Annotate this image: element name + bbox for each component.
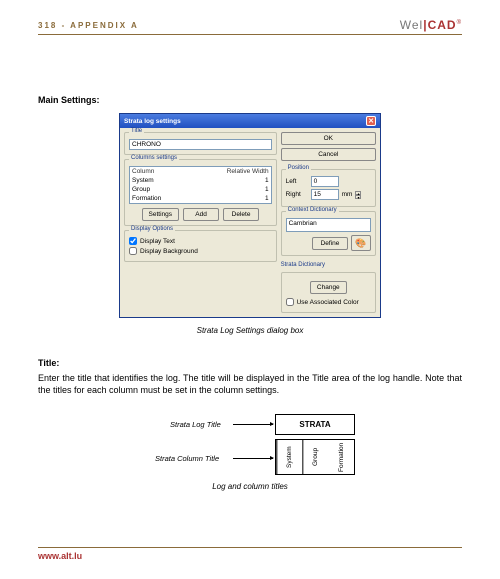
table-row: Formation1 bbox=[130, 194, 272, 204]
delete-button[interactable]: Delete bbox=[223, 208, 259, 221]
title-group: Title CHRONO bbox=[124, 132, 277, 155]
group-label: Context Dictionary bbox=[286, 207, 339, 213]
col-header-width: Relative Width bbox=[189, 167, 271, 177]
ok-button[interactable]: OK bbox=[281, 132, 376, 145]
diagram-columns-box: System Group Formation bbox=[275, 439, 355, 475]
display-text-label: Display Text bbox=[140, 238, 175, 245]
define-button[interactable]: Define bbox=[312, 237, 348, 250]
palette-icon[interactable]: 🎨 bbox=[351, 235, 371, 251]
page-header: 318 - APPENDIX A Wel|CAD® bbox=[38, 18, 462, 35]
change-button[interactable]: Change bbox=[310, 281, 347, 294]
table-row: System1 bbox=[130, 176, 272, 185]
col-header-column: Column bbox=[130, 167, 190, 177]
display-background-label: Display Background bbox=[140, 248, 198, 255]
strata-log-settings-dialog: Strata log settings ✕ Title CHRONO Colum… bbox=[119, 113, 381, 318]
spinner[interactable]: ▴▾ bbox=[355, 191, 361, 199]
context-dictionary-group: Context Dictionary Cambrian Define 🎨 bbox=[281, 211, 376, 256]
columns-settings-group: Columns settings Column Relative Width S… bbox=[124, 159, 277, 226]
use-associated-color-label: Use Associated Color bbox=[297, 299, 359, 306]
diagram-label-log-title: Strata Log Title bbox=[170, 420, 221, 429]
columns-table[interactable]: Column Relative Width System1 Group1 For… bbox=[129, 166, 272, 204]
right-label: Right bbox=[286, 191, 308, 198]
group-label: Display Options bbox=[129, 226, 175, 232]
footer-url: www.alt.lu bbox=[38, 547, 462, 561]
dialog-titlebar: Strata log settings ✕ bbox=[120, 114, 380, 128]
title-input[interactable]: CHRONO bbox=[129, 139, 272, 150]
group-label: Position bbox=[286, 165, 311, 171]
diagram-col: System bbox=[276, 440, 302, 474]
settings-button[interactable]: Settings bbox=[142, 208, 180, 221]
close-icon[interactable]: ✕ bbox=[366, 116, 376, 126]
display-background-checkbox[interactable] bbox=[129, 247, 137, 255]
table-row: Group1 bbox=[130, 185, 272, 194]
change-group: Change Use Associated Color bbox=[281, 272, 376, 313]
group-label: Columns settings bbox=[129, 155, 179, 161]
unit-label: mm bbox=[342, 191, 353, 198]
diagram-strata-box: STRATA bbox=[275, 414, 355, 435]
paragraph-body: Enter the title that identifies the log.… bbox=[38, 372, 462, 396]
strata-dictionary-link[interactable]: Strata Dictionary bbox=[281, 262, 376, 268]
context-value: Cambrian bbox=[286, 218, 371, 232]
diagram-label-column-title: Strata Column Title bbox=[155, 454, 219, 463]
left-input[interactable]: 0 bbox=[311, 176, 339, 187]
group-label: Title bbox=[129, 128, 144, 134]
figure-caption-1: Strata Log Settings dialog box bbox=[38, 326, 462, 335]
log-column-diagram: Strata Log Title STRATA Strata Column Ti… bbox=[125, 414, 375, 476]
figure-caption-2: Log and column titles bbox=[38, 482, 462, 491]
diagram-col: Group bbox=[302, 440, 328, 474]
paragraph-title: Title: bbox=[38, 357, 462, 369]
header-page-number: 318 - APPENDIX A bbox=[38, 21, 139, 30]
arrow-icon bbox=[233, 424, 273, 425]
brand-logo: Wel|CAD® bbox=[400, 18, 462, 32]
section-heading: Main Settings: bbox=[38, 95, 462, 105]
display-text-checkbox[interactable] bbox=[129, 237, 137, 245]
use-associated-color-checkbox[interactable] bbox=[286, 298, 294, 306]
right-input[interactable]: 15 bbox=[311, 189, 339, 200]
display-options-group: Display Options Display Text Display Bac… bbox=[124, 230, 277, 262]
add-button[interactable]: Add bbox=[183, 208, 219, 221]
arrow-icon bbox=[233, 458, 273, 459]
cancel-button[interactable]: Cancel bbox=[281, 148, 376, 161]
diagram-col: Formation bbox=[329, 440, 354, 474]
dialog-title-text: Strata log settings bbox=[124, 118, 181, 125]
left-label: Left bbox=[286, 178, 308, 185]
position-group: Position Left 0 Right 15 mm ▴▾ bbox=[281, 169, 376, 207]
